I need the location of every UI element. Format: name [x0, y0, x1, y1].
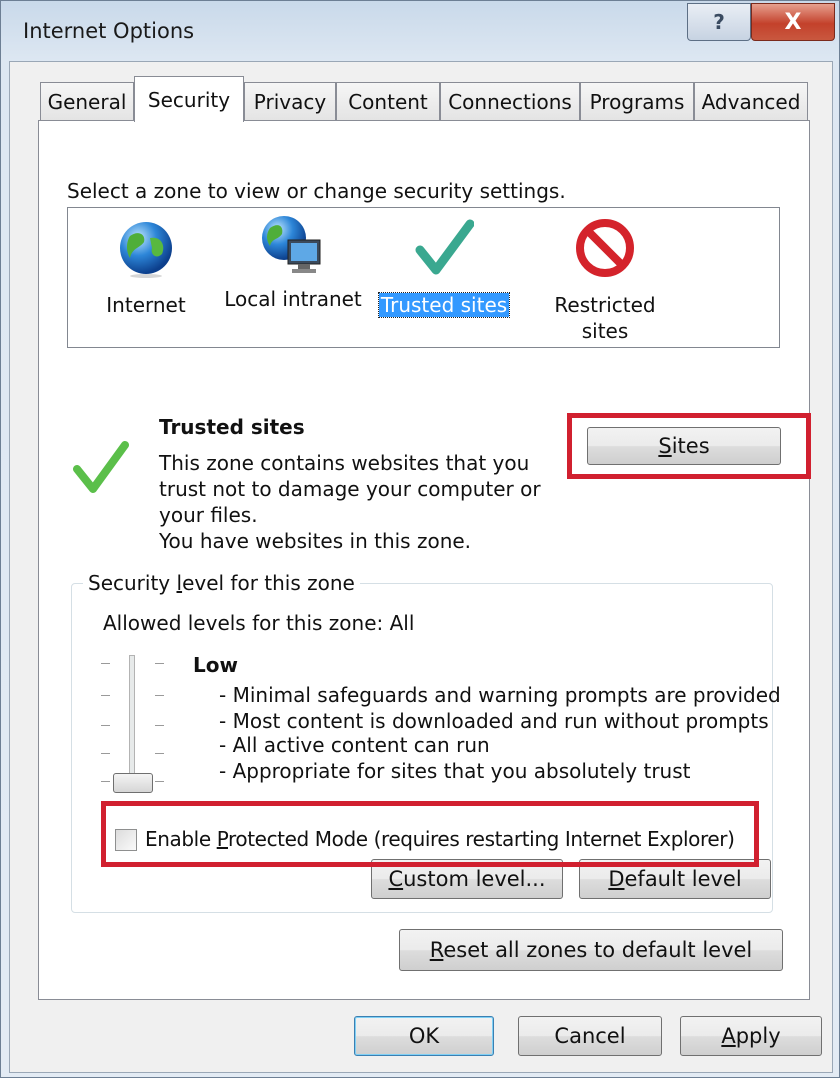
security-tab-panel: Select a zone to view or change security… [38, 120, 811, 1000]
internet-options-window: Internet Options ? X General Security Pr… [0, 0, 840, 1078]
close-icon: X [784, 9, 802, 35]
tab-privacy[interactable]: Privacy [244, 82, 336, 120]
tab-label: Connections [448, 89, 572, 114]
tab-label: Content [348, 89, 428, 114]
no-entry-icon [576, 219, 634, 277]
zone-info-line: trust not to damage your computer or [159, 477, 541, 501]
slider-thumb[interactable] [113, 773, 153, 793]
slider-track [129, 655, 135, 781]
title-bar[interactable]: Internet Options ? X [1, 1, 839, 61]
level-description-line: - Minimal safeguards and warning prompts… [219, 683, 781, 707]
help-button[interactable]: ? [687, 3, 751, 41]
zone-label: Restricted [554, 293, 656, 317]
tab-label: General [47, 89, 127, 114]
zone-restricted-sites[interactable]: Restricted sites [530, 218, 680, 344]
globe-icon [120, 222, 172, 278]
zone-label: Internet [106, 293, 186, 317]
zone-label: sites [581, 319, 629, 343]
protected-mode-label[interactable]: Enable Protected Mode (requires restarti… [145, 827, 735, 851]
button-label: Reset all zones to default level [429, 938, 753, 962]
trusted-checkmark-icon [73, 441, 129, 493]
security-level-legend: Security level for this zone [83, 571, 360, 595]
default-level-button[interactable]: Default level [579, 859, 771, 899]
checkmark-icon [415, 219, 475, 275]
close-button[interactable]: X [751, 3, 835, 41]
zone-info-title: Trusted sites [159, 415, 305, 439]
tab-connections[interactable]: Connections [440, 82, 580, 120]
level-description-line: - Most content is downloaded and run wit… [219, 709, 769, 733]
button-label: Apply [721, 1024, 781, 1048]
cancel-button[interactable]: Cancel [518, 1016, 662, 1056]
sites-button[interactable]: Sites [587, 427, 781, 465]
protected-mode-checkbox[interactable] [115, 829, 137, 851]
zone-info-line: You have websites in this zone. [159, 529, 472, 553]
tab-security[interactable]: Security [134, 76, 244, 122]
level-description-line: - Appropriate for sites that you absolut… [219, 759, 691, 783]
zone-label: Trusted sites [377, 292, 511, 318]
zone-internet[interactable]: Internet [86, 218, 206, 318]
button-label: Cancel [554, 1024, 626, 1048]
tab-label: Security [147, 87, 231, 112]
zone-local-intranet[interactable]: Local intranet [218, 212, 368, 312]
window-title: Internet Options [23, 19, 195, 43]
button-label: Default level [608, 867, 742, 891]
level-description-line: - All active content can run [219, 733, 490, 757]
tab-content[interactable]: Content [336, 82, 440, 120]
zone-instruction: Select a zone to view or change security… [67, 179, 566, 203]
tab-advanced[interactable]: Advanced [694, 82, 808, 120]
reset-all-zones-button[interactable]: Reset all zones to default level [399, 929, 783, 971]
ok-button[interactable]: OK [354, 1016, 494, 1056]
button-label: Custom level... [388, 867, 546, 891]
zone-trusted-sites[interactable]: Trusted sites [374, 218, 514, 318]
allowed-levels-text: Allowed levels for this zone: All [103, 611, 415, 635]
zone-label: Local intranet [224, 287, 362, 311]
apply-button[interactable]: Apply [680, 1016, 822, 1056]
tab-label: Programs [589, 89, 685, 114]
intranet-globe-icon [262, 216, 321, 273]
tab-label: Advanced [701, 89, 801, 114]
zone-info-line: your files. [159, 503, 258, 527]
button-label: OK [408, 1024, 440, 1048]
custom-level-button[interactable]: Custom level... [371, 859, 563, 899]
security-level-name: Low [193, 653, 238, 677]
dialog-body: General Security Privacy Content Connect… [9, 61, 833, 1073]
tab-general[interactable]: General [40, 82, 134, 120]
tab-label: Privacy [253, 89, 327, 114]
help-icon: ? [713, 10, 725, 34]
zone-list: Internet Local intranet Trusted sites Re… [67, 207, 780, 348]
button-label: Sites [658, 434, 710, 458]
tab-programs[interactable]: Programs [580, 82, 694, 120]
zone-info-line: This zone contains websites that you [159, 451, 530, 475]
